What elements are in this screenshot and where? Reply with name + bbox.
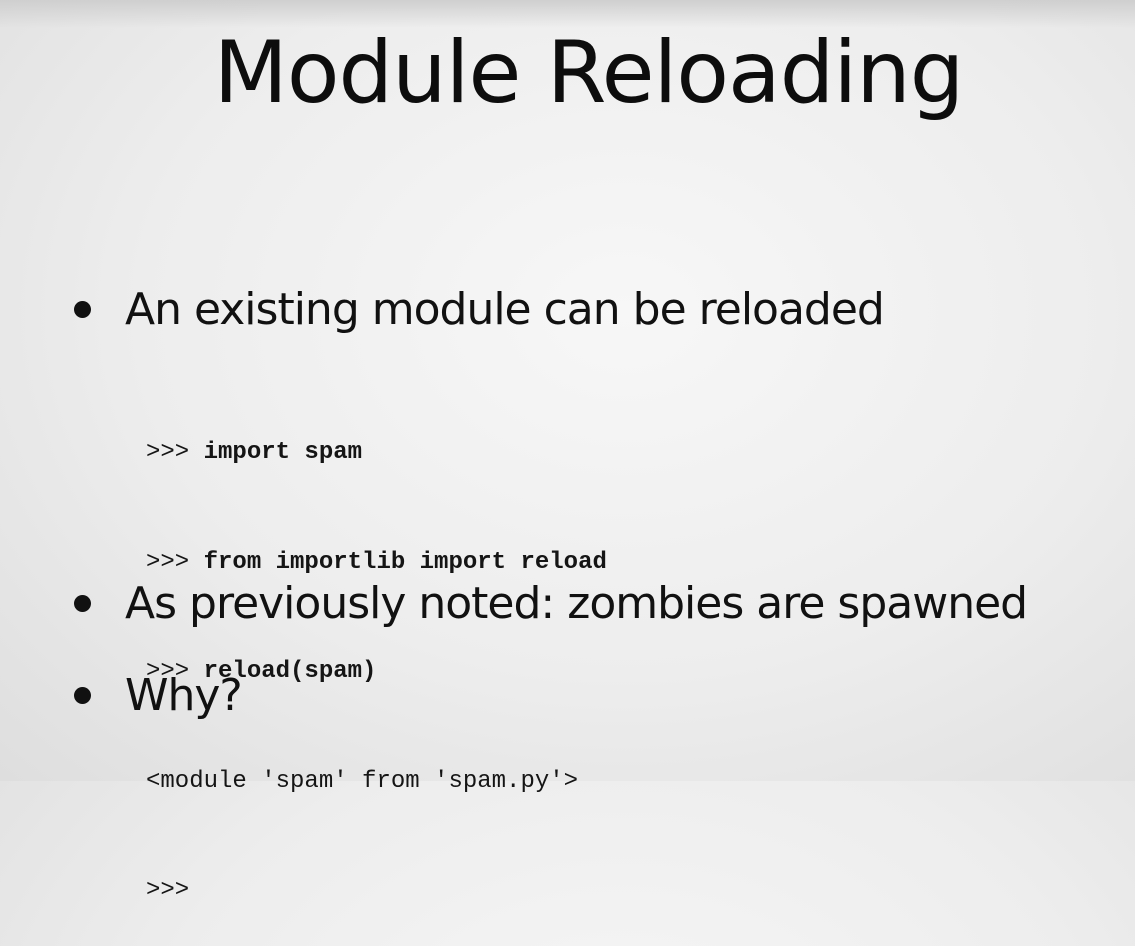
code-output: <module 'spam' from 'spam.py'> xyxy=(146,767,579,795)
bullet-dot-icon xyxy=(74,687,91,704)
slide-title: Module Reloading xyxy=(213,23,965,123)
code-prompt: >>> xyxy=(146,877,190,904)
code-prompt: >>> xyxy=(146,439,204,466)
code-block: >>> import spam >>> from importlib impor… xyxy=(146,362,607,946)
code-line: <module 'spam' from 'spam.py'> xyxy=(146,764,607,801)
code-line: >>> from importlib import reload xyxy=(146,545,607,582)
bullet-item-2: As previously noted: zombies are spawned xyxy=(74,578,1028,629)
code-line: >>> import spam xyxy=(146,435,607,472)
bullet-text: An existing module can be reloaded xyxy=(125,284,885,335)
code-command: from importlib import reload xyxy=(203,548,607,576)
bullet-item-3: Why? xyxy=(74,670,243,721)
bullet-dot-icon xyxy=(74,595,91,612)
bullet-text: Why? xyxy=(125,670,243,721)
code-prompt: >>> xyxy=(146,548,204,576)
bullet-text: As previously noted: zombies are spawned xyxy=(125,578,1028,629)
code-line: >>> xyxy=(146,873,607,910)
code-command: import spam xyxy=(203,439,363,466)
bullet-dot-icon xyxy=(74,301,91,318)
bullet-item-1: An existing module can be reloaded xyxy=(74,284,885,335)
